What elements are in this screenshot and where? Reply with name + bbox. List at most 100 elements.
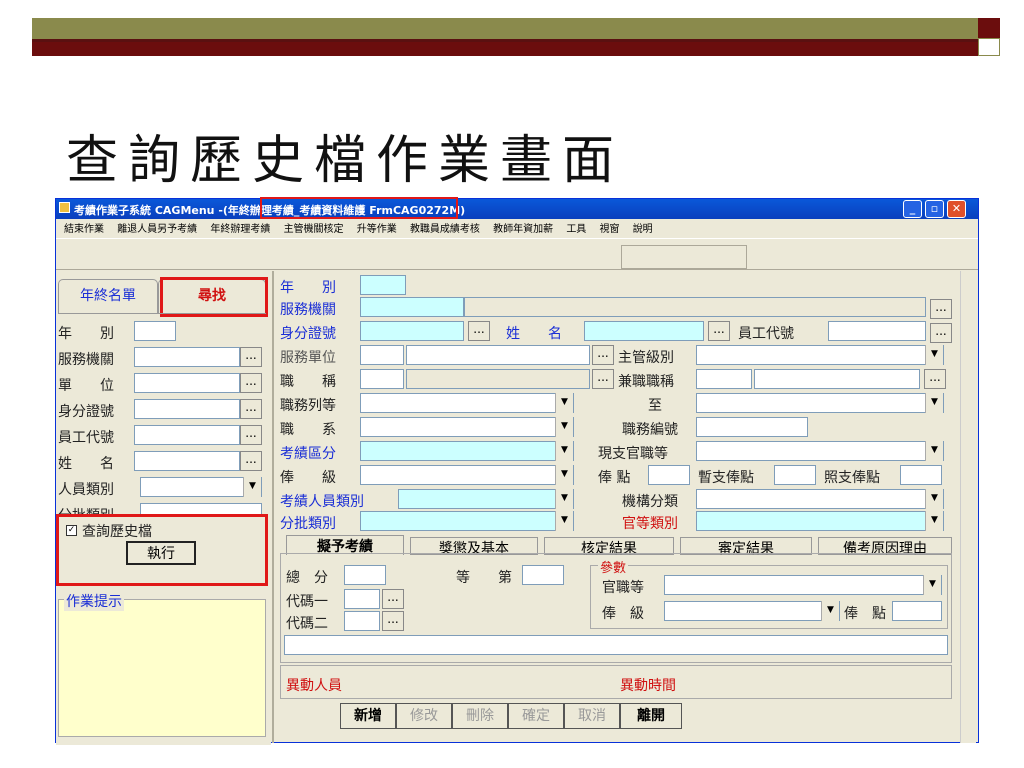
menu-item-promotion[interactable]: 升等作業 — [357, 224, 397, 235]
actual-points-label: 照支俸點 — [824, 470, 880, 486]
param-points-label: 俸 點 — [844, 606, 886, 622]
left-empcode-lookup-button[interactable]: ... — [240, 425, 262, 445]
delete-button[interactable]: 刪除 — [452, 703, 508, 729]
left-persontype-select[interactable]: ▼ — [140, 477, 262, 497]
left-id-input[interactable] — [134, 399, 240, 419]
confirm-button[interactable]: 確定 — [508, 703, 564, 729]
menu-item-window[interactable]: 視窗 — [600, 224, 620, 235]
name-input[interactable] — [584, 321, 704, 341]
param-points-input[interactable] — [892, 601, 942, 621]
rank-type-select[interactable]: ▼ — [696, 511, 944, 531]
history-checkbox-label: 查詢歷史檔 — [82, 524, 152, 540]
rank-series-to-select[interactable]: ▼ — [696, 393, 944, 413]
remark-textbox[interactable] — [284, 635, 948, 655]
param-grade-label: 俸 級 — [602, 606, 644, 622]
series-select[interactable]: ▼ — [360, 417, 574, 437]
code2-lookup-button[interactable]: ... — [382, 611, 404, 631]
left-unit-lookup-button[interactable]: ... — [240, 373, 262, 393]
concurrent-position-label: 兼職職稱 — [618, 374, 674, 390]
salary-grade-select[interactable]: ▼ — [360, 465, 574, 485]
param-rank-select[interactable]: ▼ — [664, 575, 942, 595]
concurrent-position-code-input[interactable] — [696, 369, 752, 389]
menu-item-approval[interactable]: 主管機關核定 — [284, 224, 344, 235]
tips-panel — [58, 599, 266, 737]
menu-item-retired[interactable]: 離退人員另予考績 — [117, 224, 197, 235]
salary-points-label: 俸 點 — [598, 470, 631, 486]
menu-item-exit[interactable]: 結束作業 — [64, 224, 104, 235]
org-category-select[interactable]: ▼ — [696, 489, 944, 509]
eval-zone-select[interactable]: ▼ — [360, 441, 574, 461]
left-unit-input[interactable] — [134, 373, 240, 393]
empcode-input[interactable] — [828, 321, 926, 341]
left-id-lookup-button[interactable]: ... — [240, 399, 262, 419]
batch-type-select[interactable]: ▼ — [360, 511, 574, 531]
param-grade-select[interactable]: ▼ — [664, 601, 840, 621]
main-form: 年 別 服務機關 ... 身分證號 ... 姓 名 ... 員工代號 ... 服… — [278, 271, 958, 743]
cancel-button[interactable]: 取消 — [564, 703, 620, 729]
year-input[interactable] — [360, 275, 406, 295]
salary-points-input[interactable] — [648, 465, 690, 485]
grade-input[interactable] — [522, 565, 564, 585]
code1-lookup-button[interactable]: ... — [382, 589, 404, 609]
code2-input[interactable] — [344, 611, 380, 631]
agency-name-display — [464, 297, 926, 317]
close-button[interactable]: ✕ — [947, 200, 966, 218]
total-score-input[interactable] — [344, 565, 386, 585]
menu-item-staff-eval[interactable]: 教職員成績考核 — [410, 224, 480, 235]
concurrent-position-name-input[interactable] — [754, 369, 920, 389]
unit-lookup-button[interactable]: ... — [592, 345, 614, 365]
left-agency-lookup-button[interactable]: ... — [240, 347, 262, 367]
agency-code-input[interactable] — [360, 297, 464, 317]
app-window: 考績作業子系統 CAGMenu -(年終辦理考績_考績資料維護 FrmCAG02… — [55, 197, 979, 745]
concurrent-position-lookup-button[interactable]: ... — [924, 369, 946, 389]
tab-year-end-list[interactable]: 年終名單 — [58, 279, 158, 313]
id-lookup-button[interactable]: ... — [468, 321, 490, 341]
position-name-display — [406, 369, 590, 389]
left-year-label: 年 別 — [58, 326, 114, 342]
left-empcode-input[interactable] — [134, 425, 240, 445]
chevron-down-icon: ▼ — [555, 393, 573, 413]
unit-code-input[interactable] — [360, 345, 404, 365]
minimize-button[interactable]: _ — [903, 200, 922, 218]
current-rank-select[interactable]: ▼ — [696, 441, 944, 461]
execute-button[interactable]: 執行 — [126, 541, 196, 565]
actual-points-input[interactable] — [900, 465, 942, 485]
left-year-input[interactable] — [134, 321, 176, 341]
subtab-proposed-eval[interactable]: 擬予考績 — [286, 535, 404, 555]
supervisor-level-select[interactable]: ▼ — [696, 345, 944, 365]
toolbar — [56, 238, 978, 270]
id-input[interactable] — [360, 321, 464, 341]
eval-person-type-select[interactable]: ▼ — [398, 489, 574, 509]
slide-top-stripe — [32, 42, 978, 56]
edit-button[interactable]: 修改 — [396, 703, 452, 729]
position-code-input[interactable] — [360, 369, 404, 389]
agency-lookup-button[interactable]: ... — [930, 299, 952, 319]
empcode-lookup-button[interactable]: ... — [930, 323, 952, 343]
param-rank-label: 官職等 — [602, 580, 644, 596]
position-lookup-button[interactable]: ... — [592, 369, 614, 389]
menu-item-annual[interactable]: 年終辦理考績 — [210, 224, 270, 235]
name-lookup-button[interactable]: ... — [708, 321, 730, 341]
code1-input[interactable] — [344, 589, 380, 609]
panel-splitter[interactable] — [272, 271, 274, 743]
unit-name-input[interactable] — [406, 345, 590, 365]
exit-button[interactable]: 離開 — [620, 703, 682, 729]
menu-item-help[interactable]: 說明 — [633, 224, 653, 235]
left-name-lookup-button[interactable]: ... — [240, 451, 262, 471]
history-checkbox[interactable]: ✓ — [66, 525, 77, 536]
code2-label: 代碼二 — [286, 616, 328, 632]
menu-item-tools[interactable]: 工具 — [566, 224, 586, 235]
maximize-button[interactable]: ▫ — [925, 200, 944, 218]
left-agency-input[interactable] — [134, 347, 240, 367]
slide-corner-square-outline — [978, 38, 1000, 56]
temp-points-input[interactable] — [774, 465, 816, 485]
menu-item-teacher-pay[interactable]: 教師年資加薪 — [493, 224, 553, 235]
left-name-input[interactable] — [134, 451, 240, 471]
right-scroll-area[interactable] — [960, 271, 976, 743]
search-tab-highlight — [160, 277, 268, 317]
add-button[interactable]: 新增 — [340, 703, 396, 729]
post-no-input[interactable] — [696, 417, 808, 437]
rank-series-select[interactable]: ▼ — [360, 393, 574, 413]
left-panel: 年終名單 尋找 年 別 服務機關 ... 單 位 ... 身分證號 ... 員工… — [56, 277, 271, 745]
left-id-label: 身分證號 — [58, 404, 114, 420]
